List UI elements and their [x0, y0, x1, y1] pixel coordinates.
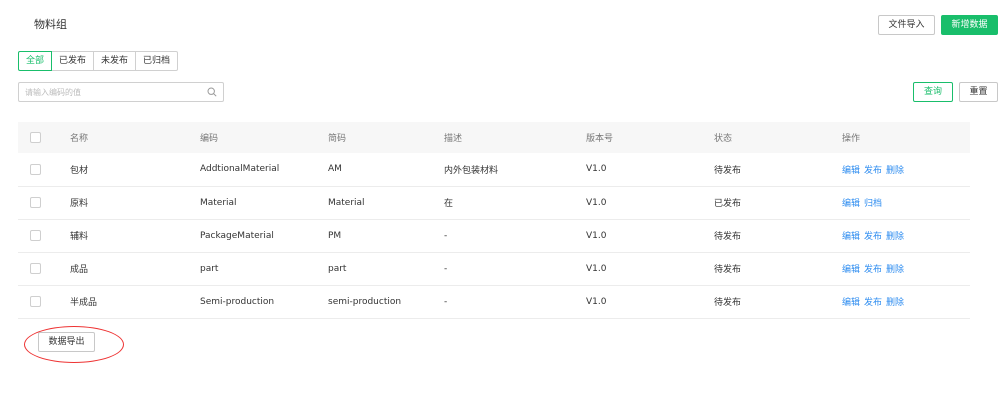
publish-link[interactable]: 发布 [864, 265, 882, 275]
row-checkbox[interactable] [30, 197, 41, 208]
tab-published[interactable]: 已发布 [52, 51, 95, 71]
add-data-button[interactable]: 新增数据 [941, 15, 998, 35]
data-export-button[interactable]: 数据导出 [38, 332, 95, 352]
page-title: 物料组 [34, 18, 67, 31]
edit-link[interactable]: 编辑 [842, 199, 860, 209]
archive-link[interactable]: 归档 [864, 199, 882, 209]
publish-link[interactable]: 发布 [864, 298, 882, 308]
cell-status: 待发布 [714, 232, 742, 242]
cell-status: 待发布 [714, 298, 742, 308]
cell-name: 成品 [70, 265, 89, 275]
table-row: 包材 AddtionalMaterial AM 内外包装材料 V1.0 待发布 … [18, 153, 970, 186]
publish-link[interactable]: 发布 [864, 232, 882, 242]
cell-short-code: part [328, 263, 347, 274]
cell-version: V1.0 [586, 197, 607, 208]
delete-link[interactable]: 删除 [886, 298, 904, 308]
cell-name: 原料 [70, 199, 89, 209]
delete-link[interactable]: 删除 [886, 232, 904, 242]
cell-actions: 编辑 归档 [842, 186, 970, 219]
cell-short-code: PM [328, 230, 342, 241]
tab-all[interactable]: 全部 [18, 51, 53, 71]
status-tabs: 全部 已发布 未发布 已归档 [18, 51, 179, 71]
tab-unpublished[interactable]: 未发布 [94, 51, 137, 71]
table-row: 原料 Material Material 在 V1.0 已发布 编辑 归档 [18, 186, 970, 219]
header-description: 描述 [444, 134, 463, 144]
row-checkbox[interactable] [30, 163, 41, 175]
cell-code: Semi-production [200, 296, 275, 307]
row-checkbox[interactable] [30, 296, 41, 307]
cell-description: - [444, 296, 448, 307]
row-checkbox[interactable] [30, 230, 41, 241]
query-button[interactable]: 查询 [913, 82, 953, 102]
cell-short-code: semi-production [328, 296, 402, 307]
edit-link[interactable]: 编辑 [842, 265, 860, 275]
header-status: 状态 [714, 134, 733, 144]
tab-archived[interactable]: 已归档 [136, 51, 179, 71]
cell-actions: 编辑 发布 删除 [842, 219, 970, 252]
cell-code: part [200, 263, 219, 274]
cell-actions: 编辑 发布 删除 [842, 153, 970, 186]
table-header-row: 名称 编码 简码 描述 版本号 状态 操作 [18, 122, 970, 153]
cell-description: 内外包装材料 [444, 165, 499, 176]
cell-version: V1.0 [586, 164, 607, 175]
search-input[interactable] [19, 83, 199, 101]
cell-name: 辅料 [70, 232, 89, 242]
delete-link[interactable]: 删除 [886, 265, 904, 275]
publish-link[interactable]: 发布 [864, 166, 882, 176]
search-icon[interactable] [207, 87, 217, 97]
table-row: 半成品 Semi-production semi-production - V1… [18, 285, 970, 318]
edit-link[interactable]: 编辑 [842, 166, 860, 176]
cell-status: 待发布 [714, 265, 742, 275]
cell-actions: 编辑 发布 删除 [842, 252, 970, 285]
cell-description: - [444, 263, 448, 274]
cell-code: Material [200, 197, 237, 208]
cell-short-code: Material [328, 197, 365, 208]
cell-code: PackageMaterial [200, 230, 274, 241]
cell-description: 在 [444, 199, 454, 209]
cell-description: - [444, 230, 448, 241]
cell-version: V1.0 [586, 230, 607, 241]
header-name: 名称 [70, 134, 89, 144]
cell-name: 包材 [70, 165, 89, 176]
header-code: 编码 [200, 134, 219, 144]
cell-short-code: AM [328, 164, 342, 175]
select-all-checkbox[interactable] [30, 132, 41, 143]
table-row: 成品 part part - V1.0 待发布 编辑 发布 删除 [18, 252, 970, 285]
table-row: 辅料 PackageMaterial PM - V1.0 待发布 编辑 发布 删除 [18, 219, 970, 252]
search-box [18, 82, 224, 102]
material-group-table: 名称 编码 简码 描述 版本号 状态 操作 包材 AddtionalMateri… [18, 122, 970, 319]
cell-name: 半成品 [70, 298, 98, 308]
header-short-code: 简码 [328, 134, 347, 144]
cell-status: 待发布 [714, 165, 742, 176]
file-import-button[interactable]: 文件导入 [878, 15, 935, 35]
row-checkbox[interactable] [30, 263, 41, 274]
header-version: 版本号 [586, 134, 614, 144]
reset-button[interactable]: 重置 [959, 82, 998, 102]
cell-version: V1.0 [586, 296, 607, 307]
cell-code: AddtionalMaterial [200, 164, 280, 175]
cell-actions: 编辑 发布 删除 [842, 285, 970, 318]
header-actions: 操作 [842, 134, 861, 144]
edit-link[interactable]: 编辑 [842, 298, 860, 308]
edit-link[interactable]: 编辑 [842, 232, 860, 242]
cell-version: V1.0 [586, 263, 607, 274]
cell-status: 已发布 [714, 199, 742, 209]
delete-link[interactable]: 删除 [886, 166, 904, 176]
